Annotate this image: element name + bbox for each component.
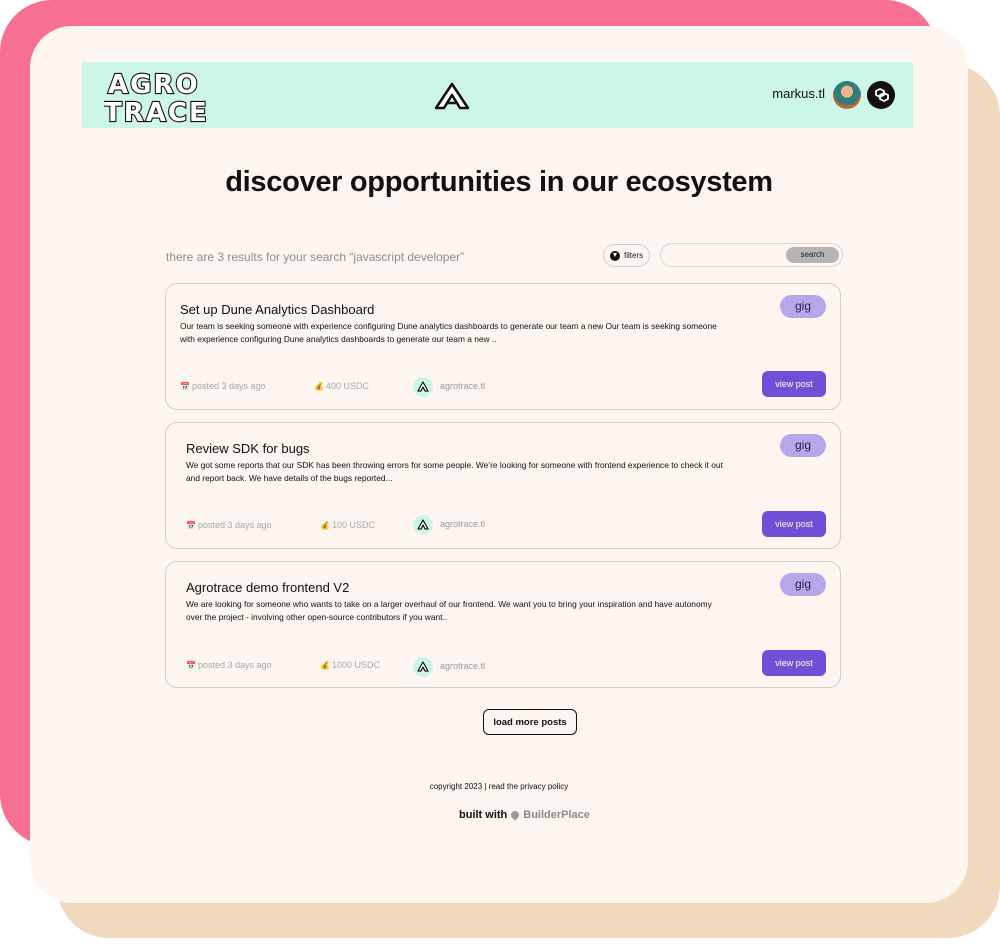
search-bar: search: [660, 243, 843, 267]
view-post-button[interactable]: view post: [762, 511, 826, 537]
post-card: Review SDK for bugs We got some reports …: [165, 422, 841, 549]
posted-date-text: posted 3 days ago: [197, 660, 272, 670]
post-description: Our team is seeking someone with experie…: [180, 321, 717, 344]
footer-copyright[interactable]: copyright 2023 | read the privacy policy: [30, 782, 968, 791]
posted-date: 📅 posted 3 days ago: [180, 381, 266, 391]
post-card: Set up Dune Analytics Dashboard Our team…: [165, 283, 841, 410]
money-bag-icon: 💰: [314, 381, 324, 391]
built-with-label: built with: [459, 809, 508, 821]
reward: 💰 1000 USDC: [320, 660, 380, 670]
org-logo-icon: [413, 377, 433, 397]
reward-text: 400 USDC: [325, 381, 369, 391]
app-window: AGRO TRACE markus.tl discover opportunit…: [30, 26, 968, 903]
org-logo-icon: [413, 515, 433, 535]
logo-line-1: AGRO: [108, 70, 200, 100]
polygon-wallet-icon[interactable]: [867, 81, 895, 109]
gig-badge: gig: [780, 573, 826, 596]
pin-icon: [509, 809, 521, 821]
post-title[interactable]: Review SDK for bugs: [186, 441, 310, 456]
reward: 💰 100 USDC: [320, 520, 375, 530]
money-bag-icon: 💰: [320, 660, 330, 670]
results-count-text: there are 3 results for your search “jav…: [166, 250, 465, 264]
post-title[interactable]: Set up Dune Analytics Dashboard: [180, 302, 374, 317]
logo-line-2: TRACE: [104, 98, 209, 124]
reward: 💰 400 USDC: [314, 381, 369, 391]
view-post-button[interactable]: view post: [762, 371, 826, 397]
search-button[interactable]: search: [786, 247, 839, 263]
top-header: AGRO TRACE markus.tl: [82, 62, 913, 128]
view-post-button[interactable]: view post: [762, 650, 826, 676]
reward-text: 100 USDC: [331, 520, 375, 530]
calendar-icon: 📅: [186, 660, 196, 670]
org-name[interactable]: agrotrace.tl: [440, 661, 485, 671]
posted-date: 📅 posted 3 days ago: [186, 660, 272, 670]
posted-date-text: posted 3 days ago: [191, 381, 266, 391]
posted-date: 📅 posted 3 days ago: [186, 520, 272, 530]
org-name[interactable]: agrotrace.tl: [440, 519, 485, 529]
username[interactable]: markus.tl: [772, 86, 825, 101]
org-logo-icon: [413, 657, 433, 677]
filters-label: filters: [624, 251, 644, 260]
filters-button[interactable]: filters: [603, 244, 650, 267]
reward-text: 1000 USDC: [331, 660, 380, 670]
gig-badge: gig: [780, 434, 826, 457]
search-input[interactable]: [669, 247, 783, 263]
post-description: We got some reports that our SDK has bee…: [186, 460, 723, 483]
org-name[interactable]: agrotrace.tl: [440, 381, 485, 391]
agrotrace-logo[interactable]: AGRO TRACE: [104, 68, 244, 124]
page-title: discover opportunities in our ecosystem: [225, 166, 773, 198]
built-with-badge[interactable]: built with BuilderPlace: [459, 809, 590, 821]
arrow-down-icon: [610, 250, 620, 261]
load-more-button[interactable]: load more posts: [483, 709, 577, 735]
posted-date-text: posted 3 days ago: [197, 520, 272, 530]
avatar[interactable]: [833, 81, 861, 109]
calendar-icon: 📅: [186, 520, 196, 530]
center-a-logo-icon[interactable]: [434, 82, 470, 110]
money-bag-icon: 💰: [320, 520, 330, 530]
calendar-icon: 📅: [180, 381, 190, 391]
post-description: We are looking for someone who wants to …: [186, 599, 712, 622]
post-card: Agrotrace demo frontend V2 We are lookin…: [165, 561, 841, 688]
post-title[interactable]: Agrotrace demo frontend V2: [186, 580, 349, 595]
gig-badge: gig: [780, 295, 826, 318]
builderplace-brand: BuilderPlace: [523, 809, 590, 821]
